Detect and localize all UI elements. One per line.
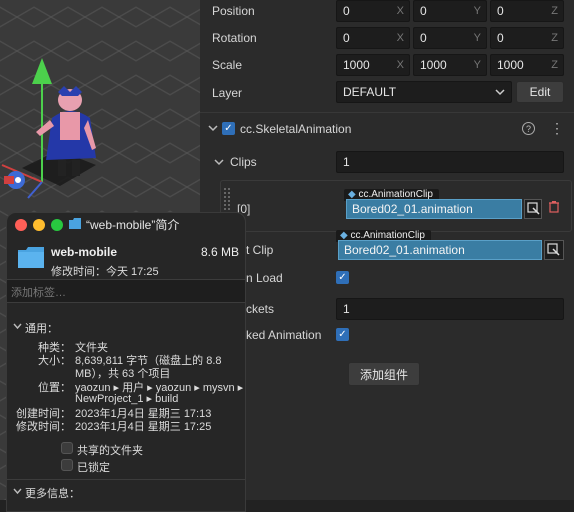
layer-label: Layer [212, 86, 243, 100]
layer-dropdown[interactable]: DEFAULT [336, 81, 512, 103]
scale-z-input[interactable]: 1000 Z [490, 54, 564, 76]
scale-y-input[interactable]: 1000 Y [413, 54, 487, 76]
add-component-button[interactable]: 添加组件 [348, 362, 420, 386]
minimize-button[interactable] [33, 219, 45, 231]
locked-label: 已锁定 [77, 462, 110, 474]
size-label: 大小： [38, 355, 71, 367]
gizmo-y-arrow [32, 58, 52, 84]
more-options-icon[interactable]: ⋮ [550, 120, 564, 137]
rotation-x-input[interactable]: 0X [336, 27, 410, 49]
section-divider [7, 479, 245, 480]
rotation-y-input[interactable]: 0Y [413, 27, 487, 49]
rotation-z-input[interactable]: 0Z [490, 27, 564, 49]
general-section-label: 通用： [25, 323, 58, 335]
position-label: Position [212, 4, 255, 18]
chevron-down-icon[interactable] [13, 488, 22, 495]
default-clip-label: t Clip [246, 243, 274, 257]
folder-icon [18, 247, 44, 268]
help-icon[interactable]: ? [522, 122, 535, 135]
play-on-load-label: n Load [246, 271, 283, 285]
default-clip-asset-field[interactable]: Bored02_01.animation [338, 240, 542, 260]
folder-icon [69, 218, 81, 229]
clip-asset-field[interactable]: Bored02_01.animation [346, 199, 522, 219]
baked-animation-checkbox[interactable]: ✓ [336, 328, 349, 341]
clips-collapse-icon[interactable] [214, 158, 224, 166]
baked-animation-label: ked Animation [246, 328, 322, 342]
item-modified: 修改时间：今天 17:25 [51, 266, 159, 278]
info-window: “web-mobile”简介 web-mobile 8.6 MB 修改时间：今天… [6, 212, 246, 512]
chevron-down-icon [495, 89, 505, 96]
sockets-count-input[interactable]: 1 [336, 298, 564, 320]
modified-value: 2023年1月4日 星期三 17:25 [75, 421, 212, 433]
modified-label: 修改时间： [16, 421, 71, 433]
chevron-down-icon[interactable] [13, 323, 22, 330]
close-button[interactable] [15, 219, 27, 231]
inspector-panel: Position 0X 0Y 0Z Rotation 0X 0Y 0Z Scal… [200, 0, 574, 500]
tags-input[interactable]: 添加标签… [7, 279, 245, 303]
clips-label: Clips [230, 155, 257, 169]
locked-checkbox[interactable] [61, 459, 73, 471]
more-info-section-label: 更多信息： [25, 488, 80, 500]
layer-edit-button[interactable]: Edit [516, 81, 564, 103]
item-size: 8.6 MB [200, 245, 239, 259]
scale-label: Scale [212, 58, 243, 72]
collapse-arrow-icon[interactable] [208, 124, 218, 132]
asset-picker-button[interactable] [524, 199, 542, 219]
locate-icon [527, 202, 540, 215]
trash-icon[interactable] [548, 200, 560, 213]
component-title: cc.SkeletalAnimation [240, 122, 352, 136]
scale-x-input[interactable]: 1000 X [336, 54, 410, 76]
default-clip-picker-button[interactable] [544, 240, 564, 260]
rotation-label: Rotation [212, 31, 257, 45]
shared-folder-label: 共享的文件夹 [77, 445, 143, 457]
window-title: “web-mobile”简介 [86, 218, 180, 232]
where-value-cont: NewProject_1 ▸ build [75, 393, 179, 405]
item-name: web-mobile [51, 245, 118, 259]
play-on-load-checkbox[interactable]: ✓ [336, 271, 349, 284]
shared-folder-checkbox[interactable] [61, 442, 73, 454]
divider [200, 112, 574, 113]
locate-icon [547, 243, 560, 256]
component-enabled-checkbox[interactable]: ✓ [222, 122, 235, 135]
where-label: 位置： [38, 382, 71, 394]
position-y-input[interactable]: 0Y [413, 0, 487, 22]
clips-count-input[interactable]: 1 [336, 151, 564, 173]
position-z-input[interactable]: 0Z [490, 0, 564, 22]
sockets-label: ckets [246, 302, 275, 316]
zoom-button[interactable] [51, 219, 63, 231]
position-x-input[interactable]: 0X [336, 0, 410, 22]
